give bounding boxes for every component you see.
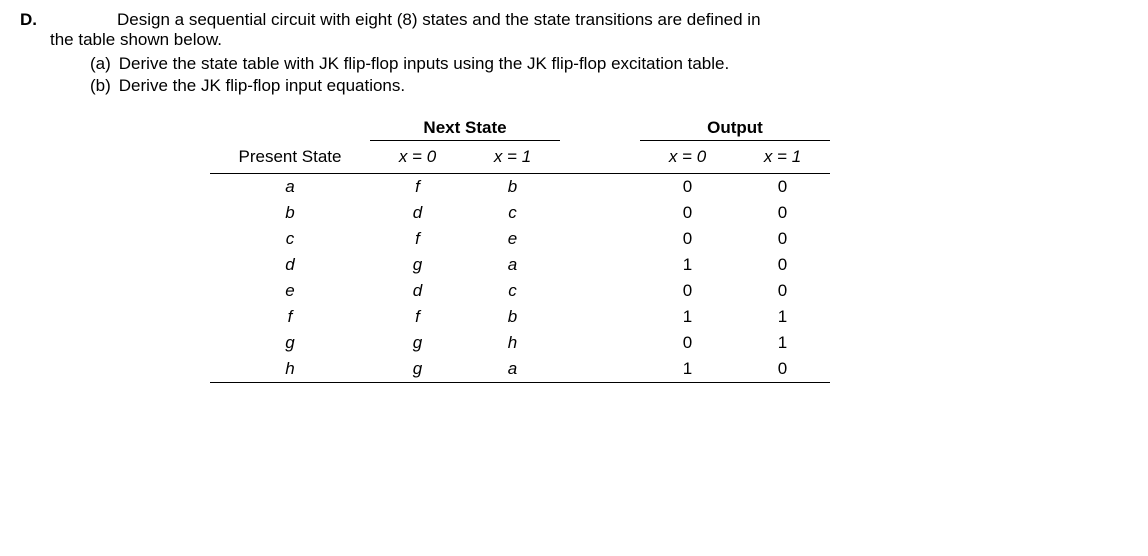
cell-present: c (210, 226, 370, 252)
cell-gap (560, 200, 640, 226)
cell-out1: 1 (735, 304, 830, 330)
table-row: ffb11 (210, 304, 830, 330)
table-row: dga 10 (210, 252, 830, 278)
cell-out0: 0 (640, 200, 735, 226)
cell-present: h (210, 356, 370, 383)
cell-out1: 0 (735, 226, 830, 252)
table-row: bdc 00 (210, 200, 830, 226)
table-row: ggh01 (210, 330, 830, 356)
header-next-state: Next State (370, 114, 560, 141)
cell-ns0: f (370, 174, 465, 201)
problem-letter: D. (20, 10, 37, 30)
cell-out0: 0 (640, 278, 735, 304)
cell-out1: 0 (735, 252, 830, 278)
header-ns-x1: x = 1 (465, 141, 560, 174)
header-ns-x0: x = 0 (370, 141, 465, 174)
cell-ns1: a (465, 356, 560, 383)
cell-gap (560, 278, 640, 304)
cell-present: g (210, 330, 370, 356)
cell-present: b (210, 200, 370, 226)
header-out-x1: x = 1 (735, 141, 830, 174)
sub-part-b: (b) Derive the JK flip-flop input equati… (90, 76, 1128, 96)
cell-gap (560, 174, 640, 201)
cell-ns0: g (370, 356, 465, 383)
cell-ns1: c (465, 278, 560, 304)
table-row: hga 10 (210, 356, 830, 383)
cell-out1: 0 (735, 200, 830, 226)
cell-out1: 0 (735, 278, 830, 304)
cell-ns0: g (370, 330, 465, 356)
table-row: cfe 00 (210, 226, 830, 252)
cell-gap (560, 304, 640, 330)
cell-ns1: a (465, 252, 560, 278)
sub-part-a-label: (a) (90, 54, 111, 74)
cell-ns0: g (370, 252, 465, 278)
cell-out0: 0 (640, 330, 735, 356)
header-present-state: Present State (210, 141, 370, 174)
cell-ns1: b (465, 174, 560, 201)
sub-part-b-label: (b) (90, 76, 111, 96)
cell-present: e (210, 278, 370, 304)
cell-gap (560, 226, 640, 252)
cell-out0: 1 (640, 252, 735, 278)
header-output: Output (640, 114, 830, 141)
cell-out1: 0 (735, 356, 830, 383)
sub-parts: (a) Derive the state table with JK flip-… (90, 54, 1128, 96)
cell-present: a (210, 174, 370, 201)
cell-ns0: d (370, 278, 465, 304)
sub-part-a-text: Derive the state table with JK flip-flop… (119, 54, 729, 74)
cell-out1: 0 (735, 174, 830, 201)
cell-ns1: b (465, 304, 560, 330)
sub-part-b-text: Derive the JK flip-flop input equations. (119, 76, 405, 96)
cell-ns1: h (465, 330, 560, 356)
sub-part-a: (a) Derive the state table with JK flip-… (90, 54, 1128, 74)
table-row: edc 00 (210, 278, 830, 304)
cell-present: d (210, 252, 370, 278)
cell-ns1: e (465, 226, 560, 252)
cell-ns0: d (370, 200, 465, 226)
cell-ns0: f (370, 226, 465, 252)
cell-present: f (210, 304, 370, 330)
cell-ns0: f (370, 304, 465, 330)
cell-gap (560, 252, 640, 278)
cell-gap (560, 356, 640, 383)
cell-out0: 1 (640, 304, 735, 330)
problem-header: D. Design a sequential circuit with eigh… (20, 10, 1128, 30)
cell-out1: 1 (735, 330, 830, 356)
problem-text-line1: Design a sequential circuit with eight (… (117, 10, 761, 30)
cell-out0: 0 (640, 226, 735, 252)
table-row: afb 00 (210, 174, 830, 201)
cell-ns1: c (465, 200, 560, 226)
header-out-x0: x = 0 (640, 141, 735, 174)
cell-out0: 1 (640, 356, 735, 383)
cell-out0: 0 (640, 174, 735, 201)
cell-gap (560, 330, 640, 356)
problem-text-line2: the table shown below. (50, 30, 1128, 50)
state-table: Next State Output Present State x = 0 x … (210, 114, 1128, 383)
